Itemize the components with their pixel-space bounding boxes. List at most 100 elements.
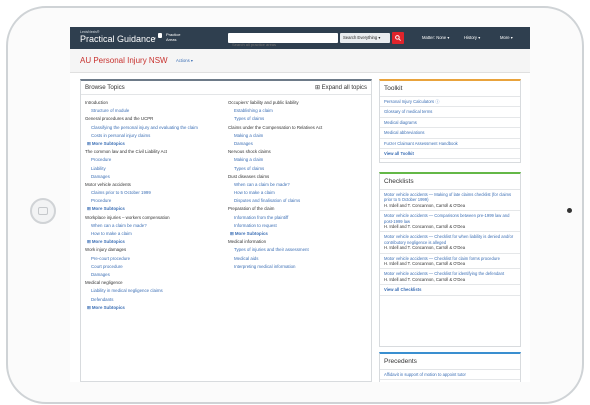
subtopic-link[interactable]: Types of injuries and their assessment — [228, 246, 370, 254]
topic-heading[interactable]: Medical information — [228, 238, 370, 246]
more-subtopics-link[interactable]: ⊞ More Subtopics — [85, 205, 227, 213]
checklist-author: H. Irdell and T. Concannon, Carroll & O'… — [384, 224, 466, 230]
subtopic-link[interactable]: How to make a claim — [85, 230, 227, 238]
precedents-title: Precedents — [380, 354, 520, 370]
home-button[interactable] — [30, 198, 56, 224]
topic-heading[interactable]: Occupiers' liability and public liabilit… — [228, 99, 370, 107]
practice-area-icon — [158, 33, 162, 38]
subtopic-link[interactable]: When can a claim be made? — [85, 222, 227, 230]
topic-heading[interactable]: The common law and the Civil Liability A… — [85, 148, 227, 156]
topic-heading[interactable]: Preparation of the claim — [228, 205, 370, 213]
browse-topics-title: Browse Topics — [85, 84, 125, 91]
subtopic-link[interactable]: Defendants — [85, 296, 227, 304]
toolkit-item[interactable]: Medical diagrams — [380, 118, 520, 129]
page-title: AU Personal Injury NSW — [80, 56, 168, 65]
search-input[interactable] — [228, 39, 338, 50]
subtopic-link[interactable]: Damages — [85, 271, 227, 279]
checklist-item[interactable]: Motor vehicle accidents — Checklist for … — [380, 254, 520, 270]
toolkit-item[interactable]: Furzer Claimant Assessment Handbook — [380, 139, 520, 150]
checklist-item[interactable]: Motor vehicle accidents — Checklist for … — [380, 269, 520, 286]
subtopic-link[interactable]: How to make a claim — [228, 189, 370, 197]
subtopic-link[interactable]: Interpreting medical information — [228, 263, 370, 271]
topic-heading[interactable]: General procedures and the UCPR — [85, 115, 227, 123]
checklists-list: Motor vehicle accidents — Making of late… — [380, 190, 520, 296]
topic-heading[interactable]: Medical negligence — [85, 279, 227, 287]
precedents-panel: Precedents Affidavit in support of motio… — [379, 352, 521, 382]
history-menu[interactable]: History ▾ — [464, 35, 480, 40]
search-button[interactable] — [392, 32, 404, 44]
subtopic-link[interactable]: Types of claims — [228, 165, 370, 173]
topic-heading[interactable]: Introduction — [85, 99, 227, 107]
browse-topics-panel: Browse Topics ⊞ Expand all topics Introd… — [80, 79, 372, 382]
subtopic-link[interactable]: Liability in medical negligence claims — [85, 287, 227, 295]
subtopic-link[interactable]: Procedure — [85, 156, 227, 164]
checklist-item[interactable]: Motor vehicle accidents — Checklist for … — [380, 232, 520, 254]
subtopic-link[interactable]: Claims prior to 5 October 1999 — [85, 189, 227, 197]
brand-name: Practical Guidance — [80, 34, 156, 44]
subtopic-link[interactable]: Information to request — [228, 222, 370, 230]
subtopic-link[interactable]: Disputes and finalisation of claims — [228, 197, 370, 205]
checklist-item[interactable]: Motor vehicle accidents — Comparisons be… — [380, 211, 520, 233]
subtopic-link[interactable]: Medical aids — [228, 255, 370, 263]
topic-heading[interactable]: Motor vehicle accidents — [85, 181, 227, 189]
expand-all-topics-button[interactable]: ⊞ Expand all topics — [315, 84, 367, 91]
app-screen: LexisNexis® Practical Guidance ⌄ Practic… — [70, 27, 530, 382]
subtopic-link[interactable]: Classifying the personal injury and eval… — [85, 124, 227, 132]
search-scope-select[interactable]: Search Everything ▾ — [340, 33, 390, 43]
toolkit-item[interactable]: Medical abbreviations — [380, 128, 520, 139]
camera-icon — [567, 208, 572, 213]
checklist-link[interactable]: Motor vehicle accidents — Checklist for … — [384, 234, 513, 244]
chevron-down-icon[interactable]: ⌄ — [152, 34, 157, 41]
checklist-link[interactable]: Motor vehicle accidents — Checklist for … — [384, 256, 500, 261]
subtopic-link[interactable]: Costs in personal injury claims — [85, 132, 227, 140]
checklist-link[interactable]: Motor vehicle accidents — Comparisons be… — [384, 213, 509, 223]
checklist-link[interactable]: Motor vehicle accidents — Making of late… — [384, 192, 511, 202]
practice-areas-line2: Areas — [166, 37, 177, 42]
checklists-title: Checklists — [380, 174, 520, 190]
topics-column-right: Occupiers' liability and public liabilit… — [228, 99, 370, 271]
more-subtopics-link[interactable]: ⊞ More Subtopics — [228, 230, 370, 238]
topic-heading[interactable]: Claims under the Compensation to Relativ… — [228, 124, 370, 132]
topic-heading[interactable]: Workplace injuries – workers compensatio… — [85, 214, 227, 222]
checklists-panel: Checklists Motor vehicle accidents — Mak… — [379, 172, 521, 347]
subtopic-link[interactable]: Damages — [228, 140, 370, 148]
toolkit-panel: Toolkit Personal Injury Calculators ⓘ Glo… — [379, 79, 521, 163]
subtopic-link[interactable]: Establishing a claim — [228, 107, 370, 115]
precedent-item[interactable]: Affidavit in support of motion to appoin… — [380, 370, 520, 381]
view-all-checklists-link[interactable]: View all Checklists — [380, 285, 520, 296]
checklist-author: H. Irdell and T. Concannon, Carroll & O'… — [384, 245, 466, 251]
checklist-item[interactable]: Motor vehicle accidents — Making of late… — [380, 190, 520, 212]
more-subtopics-link[interactable]: ⊞ More Subtopics — [85, 304, 227, 312]
subtopic-link[interactable]: Liability — [85, 165, 227, 173]
matter-menu[interactable]: Matter: None ▾ — [422, 35, 449, 40]
topics-column-left: Introduction Structure of module General p… — [85, 99, 227, 312]
subtopic-link[interactable]: Structure of module — [85, 107, 227, 115]
search-box — [228, 33, 338, 50]
subtopic-link[interactable]: When can a claim be made? — [228, 181, 370, 189]
subtopic-link[interactable]: Types of claims — [228, 115, 370, 123]
actions-menu[interactable]: Actions ▾ — [176, 58, 193, 63]
more-subtopics-link[interactable]: ⊞ More Subtopics — [85, 140, 227, 148]
more-menu[interactable]: More ▾ — [500, 35, 513, 40]
subtopic-link[interactable]: Making a claim — [228, 132, 370, 140]
subtopic-link[interactable]: Pre-court procedure — [85, 255, 227, 263]
top-nav: LexisNexis® Practical Guidance ⌄ Practic… — [70, 27, 530, 50]
toolkit-item[interactable]: Glossary of medical terms — [380, 107, 520, 118]
subtopic-link[interactable]: Procedure — [85, 197, 227, 205]
subtopic-link[interactable]: Making a claim — [228, 156, 370, 164]
toolkit-item[interactable]: Personal Injury Calculators ⓘ — [380, 97, 520, 108]
topic-heading[interactable]: Work injury damages — [85, 246, 227, 254]
checklist-author: H. Irdell and T. Concannon, Carroll & O'… — [384, 276, 466, 282]
more-subtopics-link[interactable]: ⊞ More Subtopics — [85, 238, 227, 246]
brand-logo[interactable]: LexisNexis® Practical Guidance — [80, 30, 156, 44]
subtopic-link[interactable]: Information from the plaintiff — [228, 214, 370, 222]
topic-heading[interactable]: Nervous shock claims — [228, 148, 370, 156]
checklist-link[interactable]: Motor vehicle accidents — Checklist for … — [384, 271, 504, 276]
checklist-author: H. Irdell and T. Concannon, Carroll & O'… — [384, 202, 466, 208]
practice-areas-menu[interactable]: Practice Areas — [166, 32, 180, 42]
browse-topics-header: Browse Topics ⊞ Expand all topics — [81, 81, 371, 95]
topic-heading[interactable]: Dust diseases claims — [228, 173, 370, 181]
view-all-toolkit-link[interactable]: View all Toolkit — [380, 149, 520, 160]
subtopic-link[interactable]: Damages — [85, 173, 227, 181]
subtopic-link[interactable]: Court procedure — [85, 263, 227, 271]
